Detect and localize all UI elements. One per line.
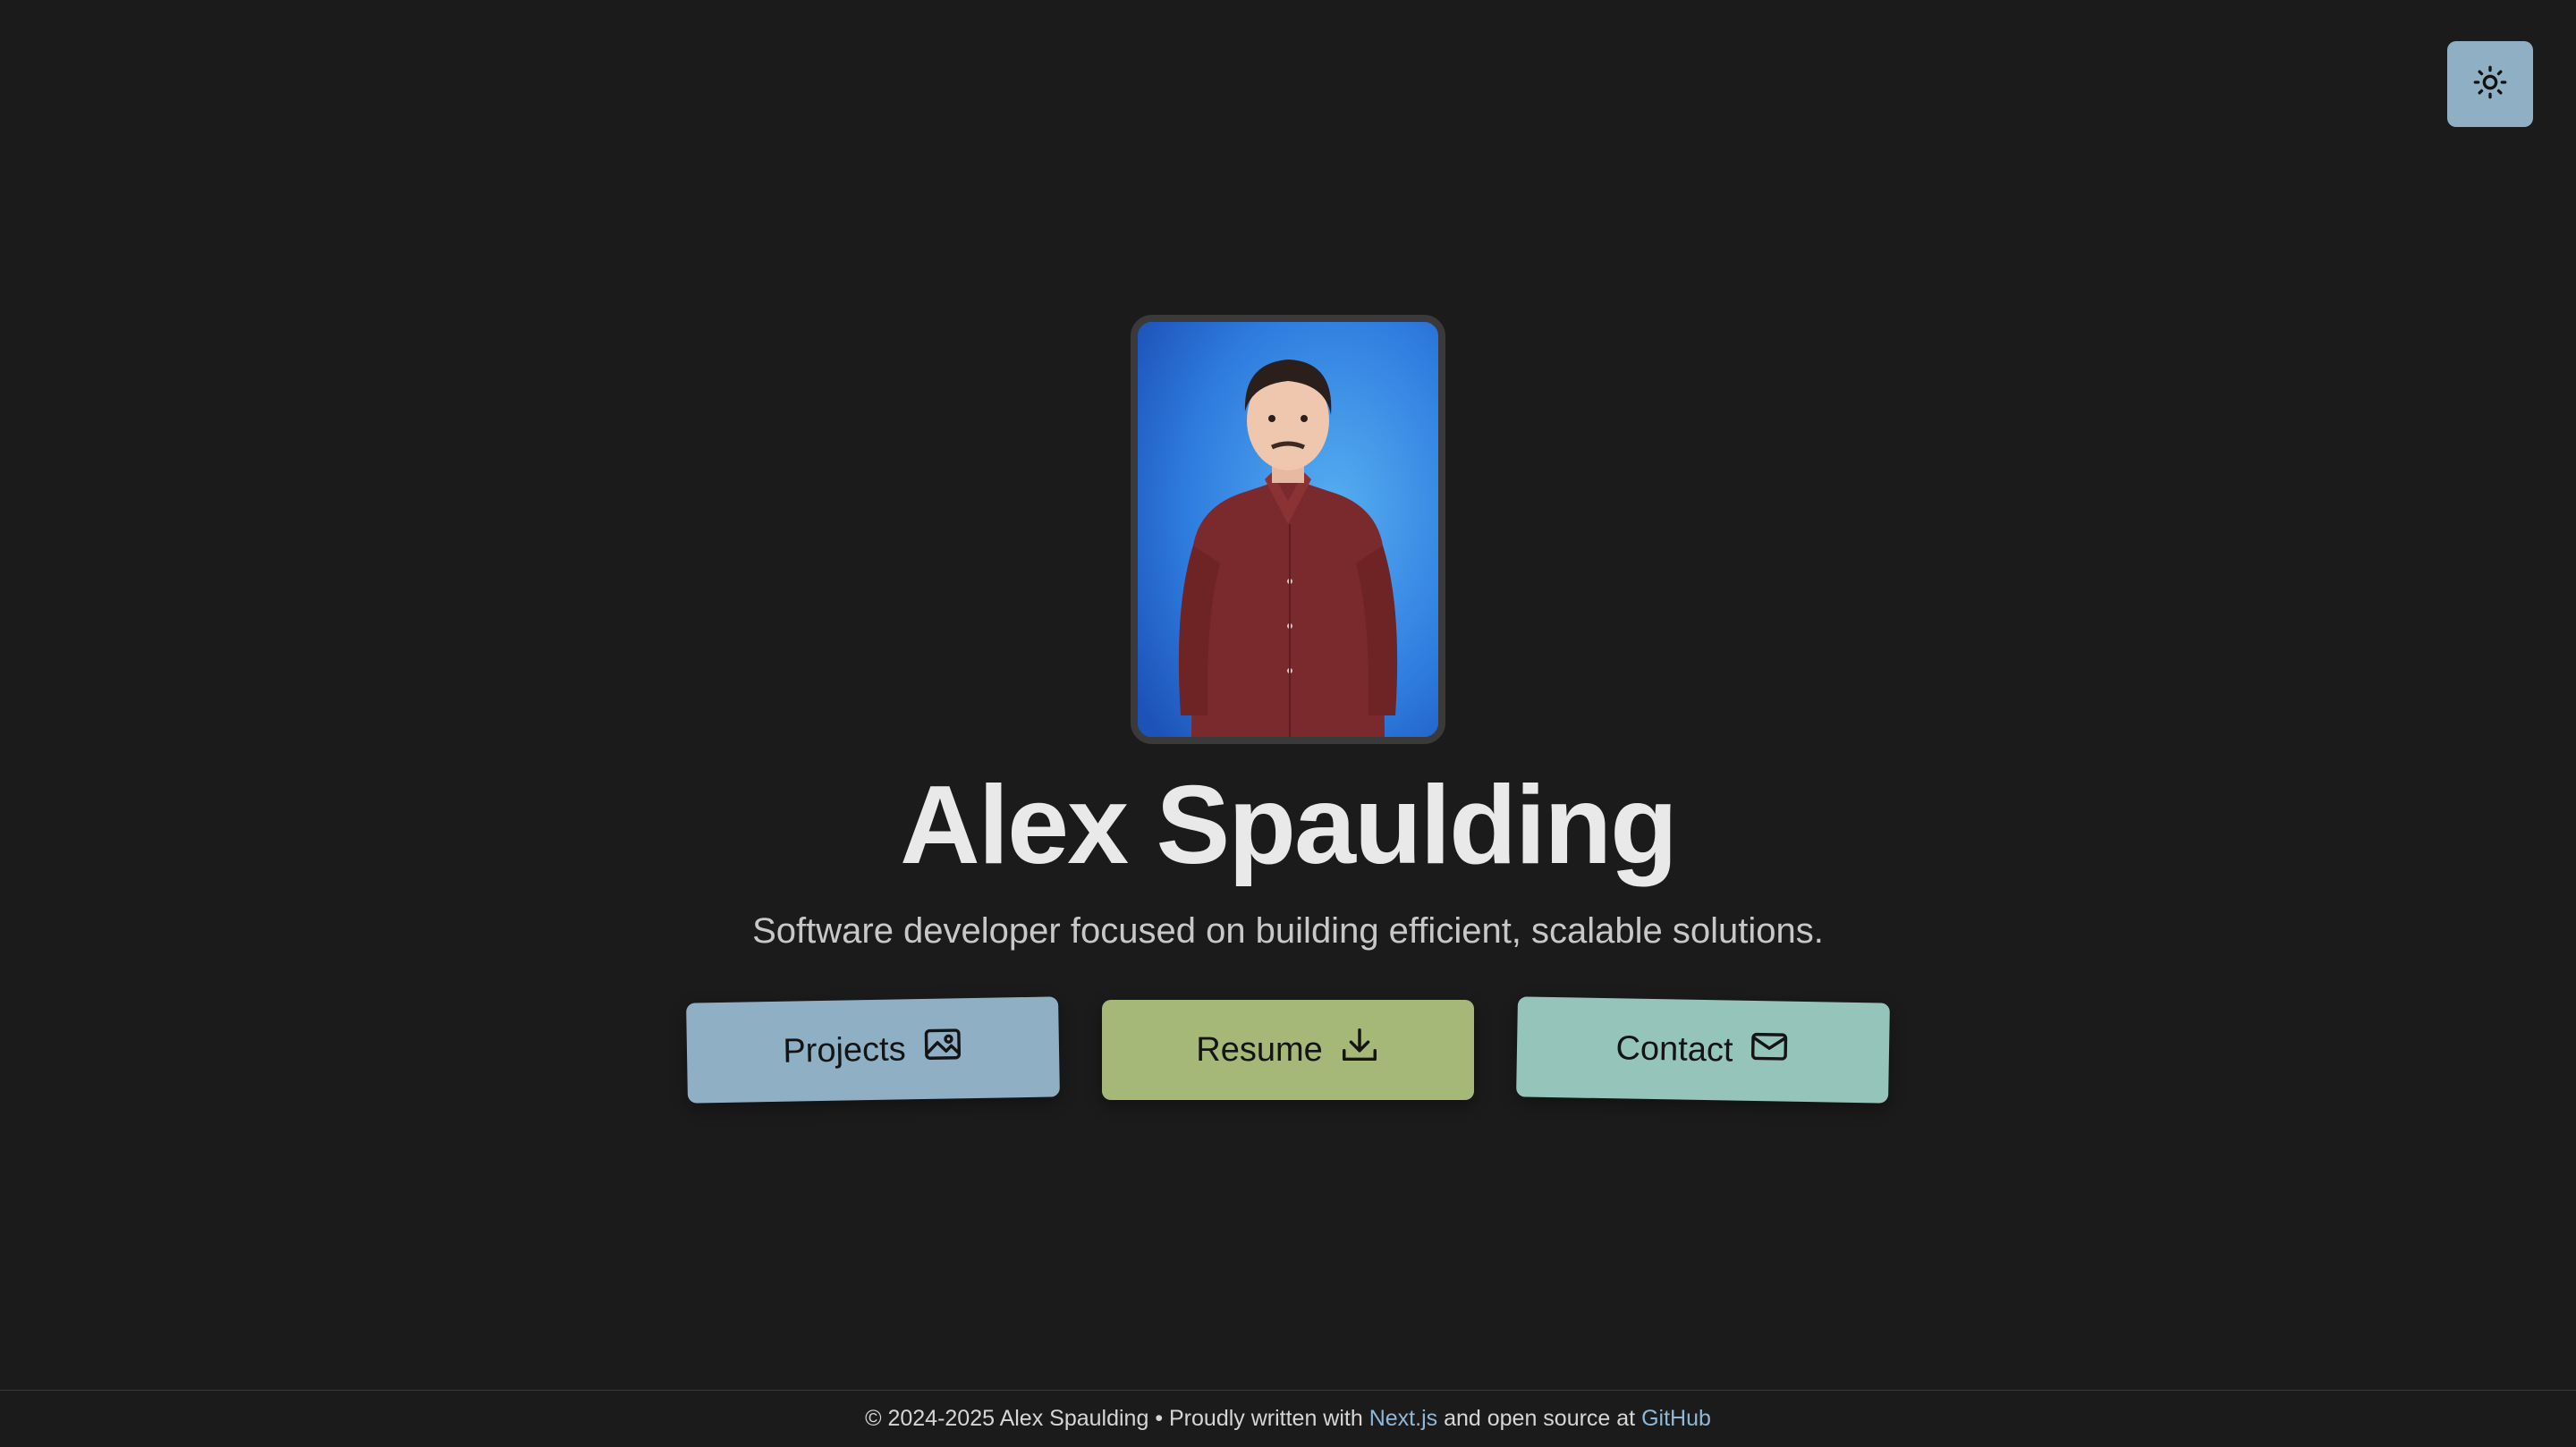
theme-toggle-button[interactable]: [2447, 41, 2533, 127]
projects-button[interactable]: Projects: [686, 996, 1060, 1104]
page: Alex Spaulding Software developer focuse…: [0, 0, 2576, 1447]
download-icon: [1339, 1025, 1380, 1075]
resume-button[interactable]: Resume: [1102, 1000, 1474, 1100]
action-buttons: Projects Resume Contact: [686, 996, 1890, 1104]
sun-icon: [2472, 64, 2508, 105]
mail-icon: [1749, 1026, 1791, 1077]
contact-button[interactable]: Contact: [1516, 996, 1890, 1104]
contact-button-label: Contact: [1615, 1028, 1733, 1070]
nextjs-link[interactable]: Next.js: [1369, 1406, 1437, 1432]
profile-tagline: Software developer focused on building e…: [752, 911, 1824, 951]
resume-button-label: Resume: [1196, 1030, 1323, 1069]
profile-name: Alex Spaulding: [900, 764, 1678, 887]
portrait-photo: [1131, 315, 1445, 744]
github-link[interactable]: GitHub: [1641, 1406, 1711, 1432]
footer-text: © 2024-2025 Alex Spaulding • Proudly wri…: [865, 1406, 1369, 1431]
footer-text-middle: and open source at: [1437, 1406, 1642, 1431]
footer: © 2024-2025 Alex Spaulding • Proudly wri…: [0, 1390, 2576, 1447]
image-icon: [921, 1023, 963, 1074]
hero-section: Alex Spaulding Software developer focuse…: [0, 315, 2576, 1104]
projects-button-label: Projects: [782, 1029, 906, 1070]
